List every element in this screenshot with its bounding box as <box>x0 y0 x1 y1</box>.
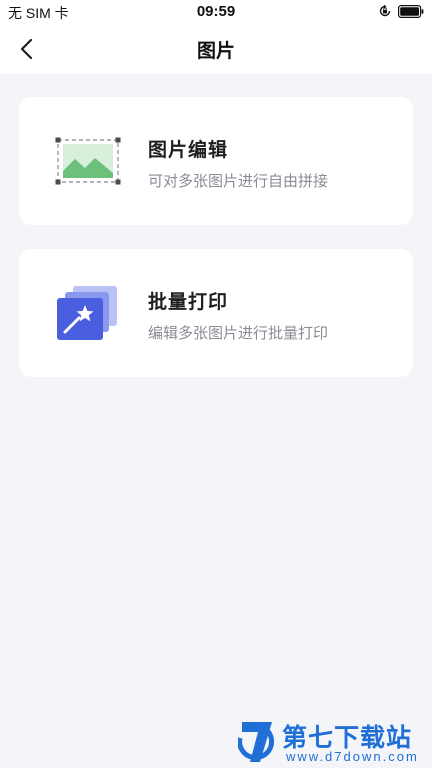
d7-logo-icon <box>238 722 275 762</box>
card-title: 图片编辑 <box>148 140 229 161</box>
image-edit-icon <box>55 137 121 185</box>
page-title: 图片 <box>196 41 235 62</box>
batch-print-icon <box>57 286 117 340</box>
card-description: 编辑多张图片进行批量打印 <box>148 325 329 342</box>
status-icons <box>378 4 424 18</box>
image-edit-card[interactable]: 图片编辑 可对多张图片进行自由拼接 <box>19 97 413 225</box>
status-bar: 无 SIM 卡 09:59 <box>0 0 432 24</box>
watermark: 第七下载站 www.d7down.com <box>236 716 432 768</box>
watermark-url: www.d7down.com <box>286 749 419 764</box>
card-title: 批量打印 <box>148 292 229 313</box>
battery-icon <box>398 4 424 18</box>
batch-print-card[interactable]: 批量打印 编辑多张图片进行批量打印 <box>19 249 413 377</box>
card-description: 可对多张图片进行自由拼接 <box>148 173 329 190</box>
rotation-lock-icon <box>379 4 391 17</box>
clock: 09:59 <box>196 3 236 20</box>
navigation-bar: 图片 <box>0 24 432 74</box>
